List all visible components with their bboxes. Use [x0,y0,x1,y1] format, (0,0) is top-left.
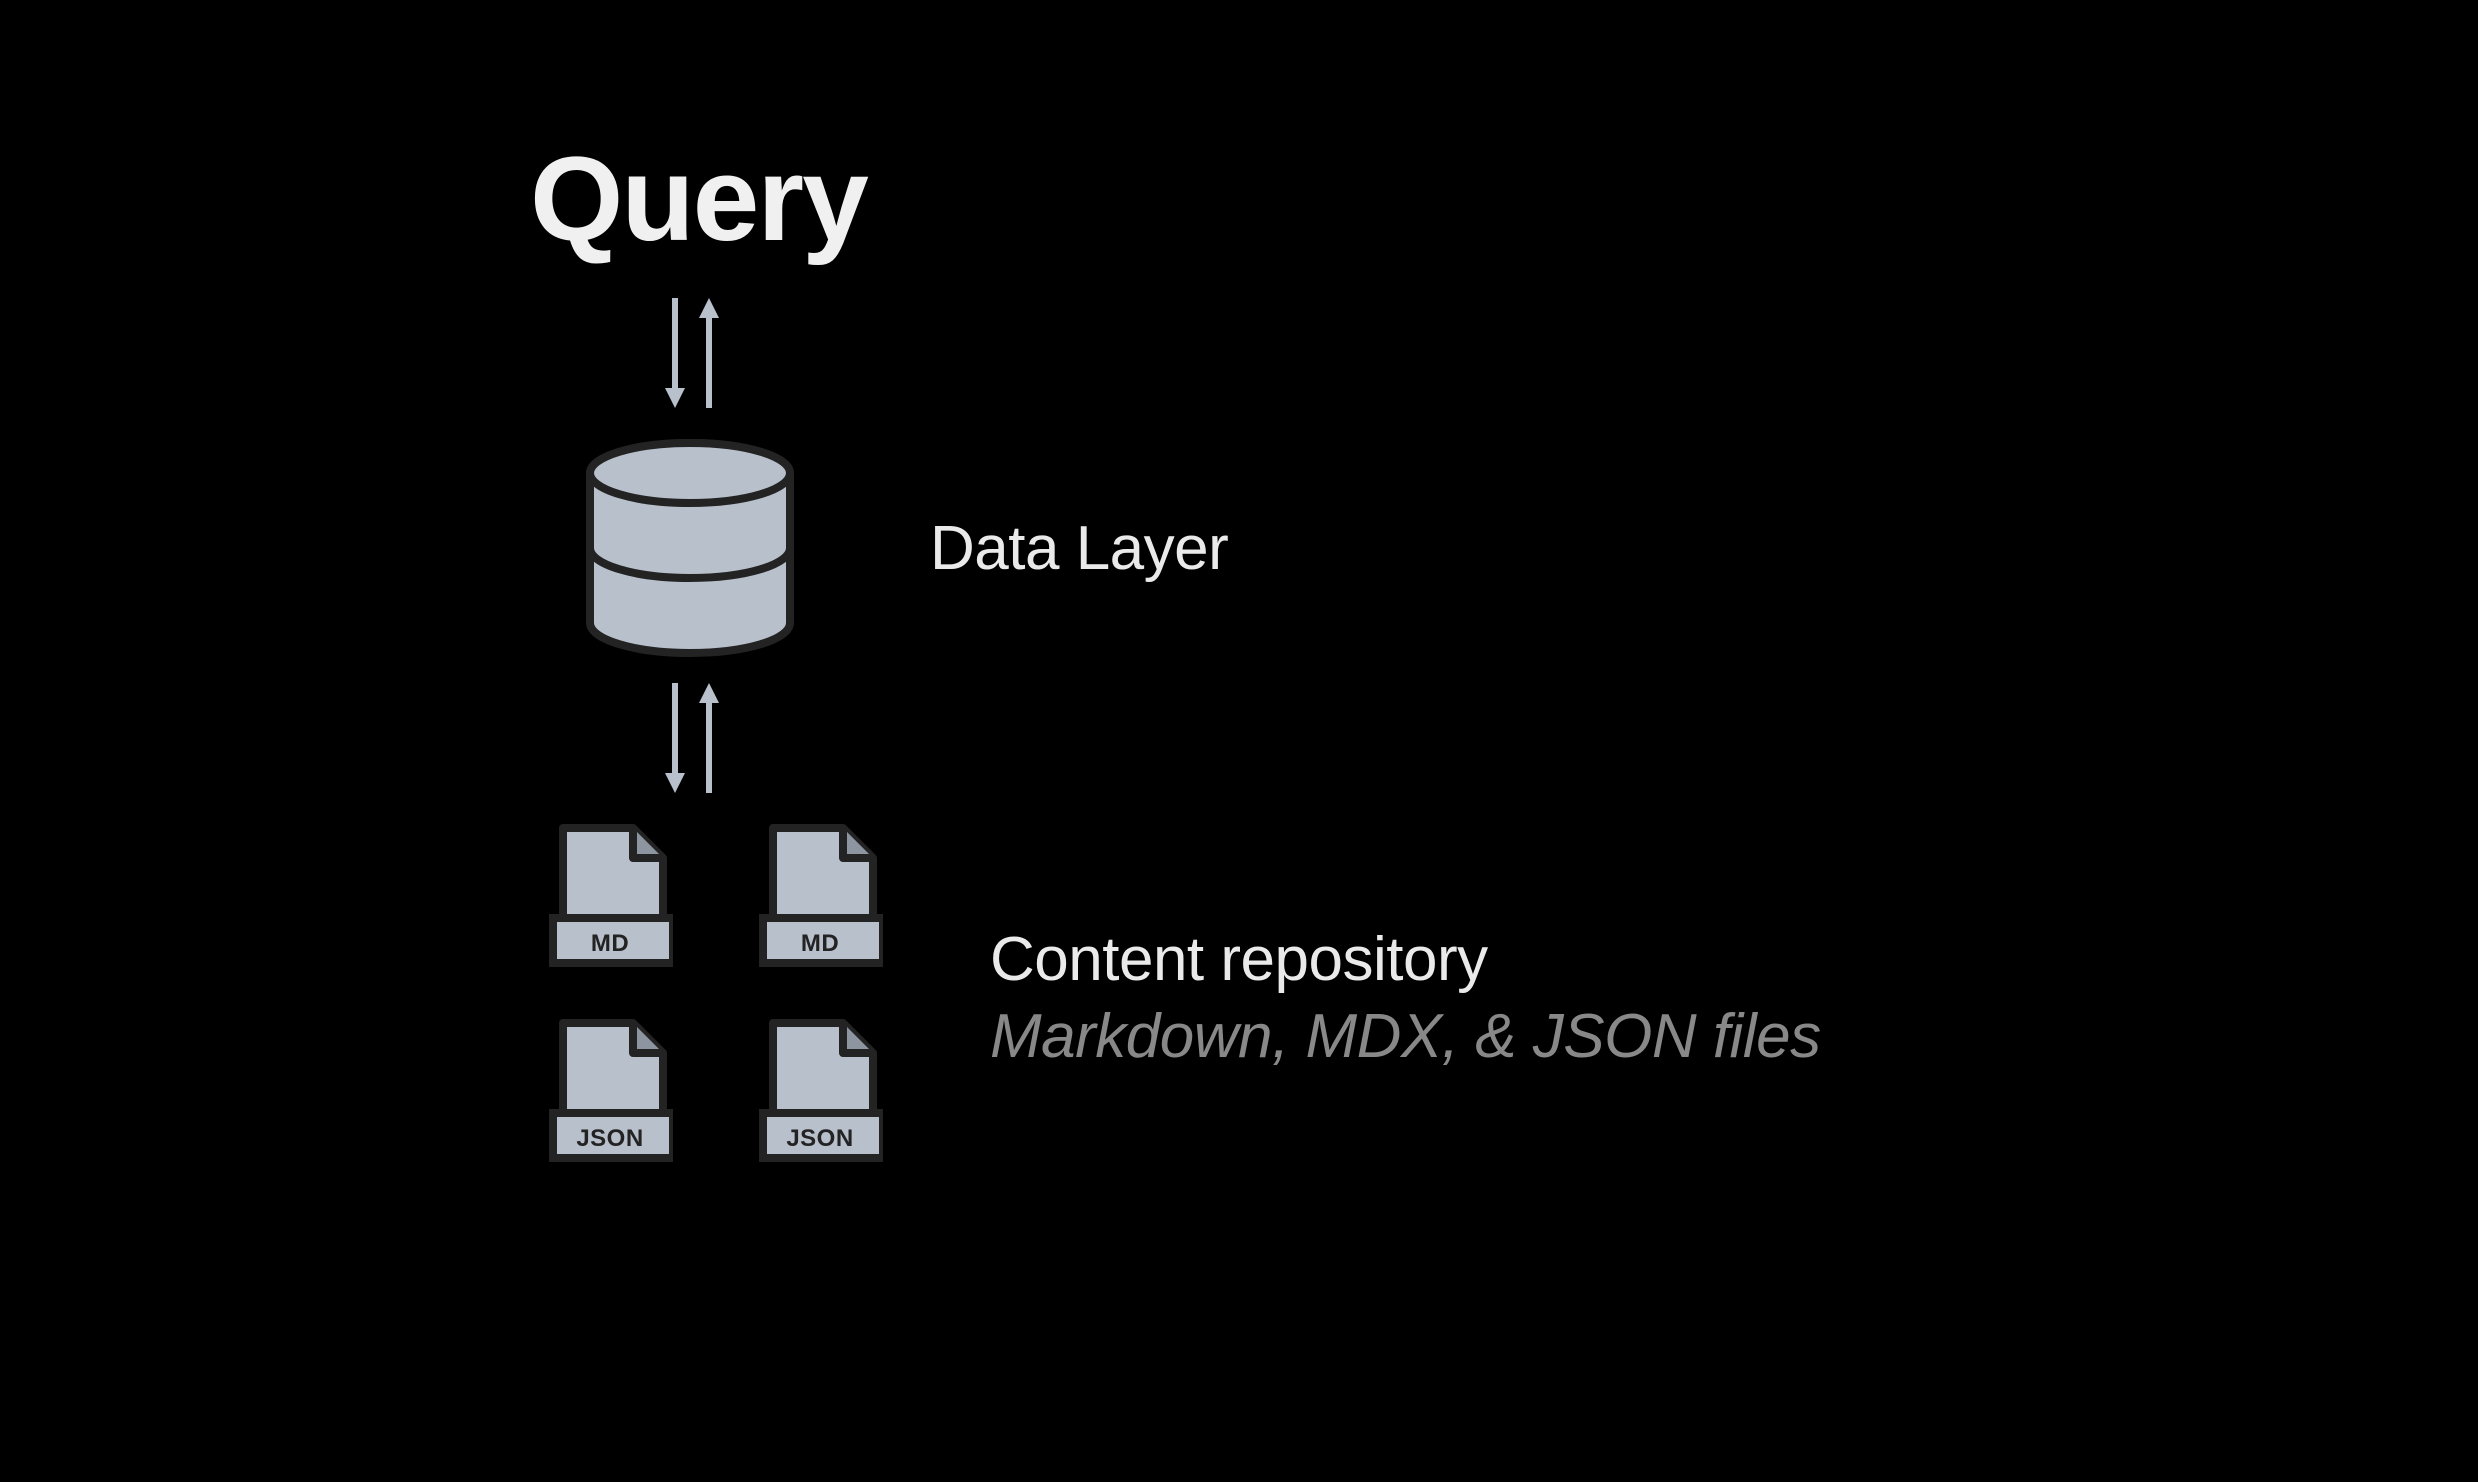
data-layer-label: Data Layer [930,513,1228,584]
content-repository-labels: Content repository Markdown, MDX, & JSON… [990,924,1821,1072]
file-label: JSON [786,1125,853,1152]
file-md-icon: MD [750,823,890,978]
content-repository-row: MD MD JSON [540,823,2040,1173]
file-label: MD [590,930,628,957]
data-layer-row: Data Layer [540,438,2040,658]
file-json-icon: JSON [540,1018,680,1173]
database-icon [580,438,800,658]
arrow-up-icon [699,298,719,408]
arrow-up-icon [699,683,719,793]
content-repository-title: Content repository [990,924,1821,995]
files-grid: MD MD JSON [540,823,900,1173]
bidirectional-arrows-top [665,298,2040,408]
bidirectional-arrows-bottom [665,683,2040,793]
file-label: MD [800,930,838,957]
file-label: JSON [576,1125,643,1152]
architecture-diagram: Query Data Layer [540,130,2040,1173]
file-md-icon: MD [540,823,680,978]
content-repository-subtitle: Markdown, MDX, & JSON files [990,1001,1821,1072]
file-json-icon: JSON [750,1018,890,1173]
query-label: Query [530,130,2040,268]
arrow-down-icon [665,298,685,408]
arrow-down-icon [665,683,685,793]
